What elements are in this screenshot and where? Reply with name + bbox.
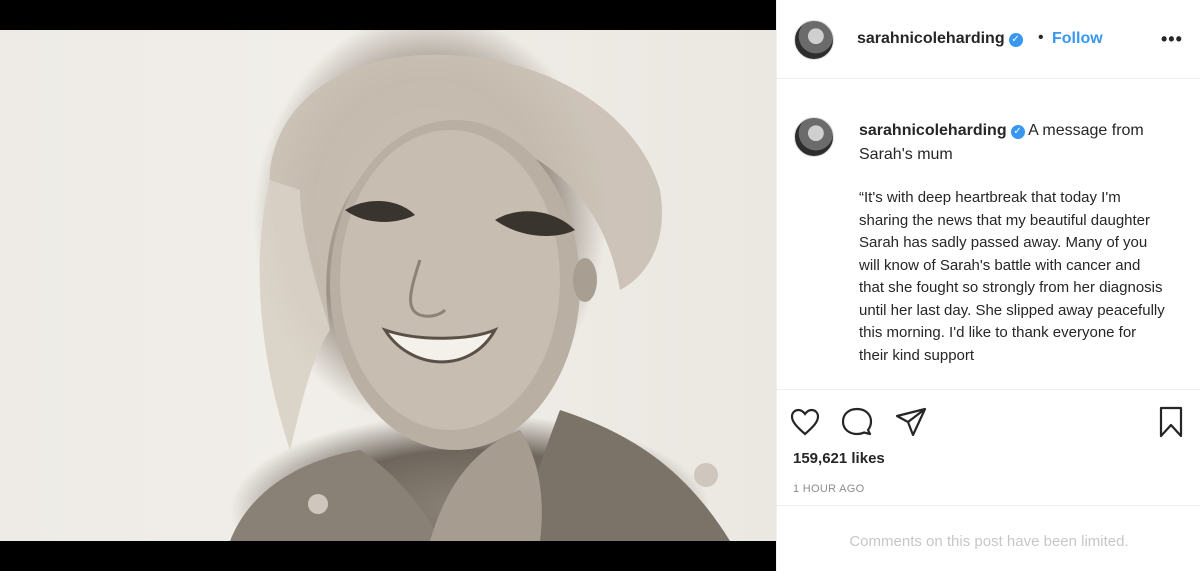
header-username[interactable]: sarahnicoleharding ✓ bbox=[857, 30, 1023, 48]
follow-button[interactable]: Follow bbox=[1052, 30, 1103, 48]
post-photo[interactable] bbox=[0, 30, 776, 541]
share-send-icon[interactable] bbox=[893, 404, 929, 440]
avatar[interactable] bbox=[794, 20, 834, 60]
save-bookmark-icon[interactable] bbox=[1153, 404, 1189, 440]
comments-limited-notice: Comments on this post have been limited. bbox=[777, 505, 1200, 572]
like-heart-icon[interactable] bbox=[787, 404, 823, 440]
header-username-text[interactable]: sarahnicoleharding bbox=[857, 30, 1005, 47]
caption-verified-badge-icon: ✓ bbox=[1010, 125, 1025, 139]
verified-badge-icon: ✓ bbox=[1008, 33, 1023, 47]
caption-body: “It's with deep heartbreak that today I'… bbox=[859, 189, 1169, 364]
dot-separator: • bbox=[1038, 29, 1044, 46]
post-media bbox=[0, 0, 776, 571]
comment-icon[interactable] bbox=[839, 404, 875, 440]
caption-heading: sarahnicoleharding ✓ A message from Sarah… bbox=[859, 119, 1169, 167]
post-timestamp[interactable]: 1 HOUR AGO bbox=[793, 483, 864, 495]
post-side-panel: sarahnicoleharding ✓ • Follow ••• sarahni… bbox=[776, 0, 1200, 571]
instagram-post-view: sarahnicoleharding ✓ • Follow ••• sarahni… bbox=[0, 0, 1200, 571]
portrait-illustration bbox=[230, 54, 730, 541]
action-bar bbox=[777, 390, 1200, 450]
caption-area: sarahnicoleharding ✓ A message from Sarah… bbox=[777, 79, 1200, 390]
caption-text: sarahnicoleharding ✓ A message from Sarah… bbox=[859, 119, 1169, 367]
more-options-icon[interactable]: ••• bbox=[1161, 29, 1183, 50]
post-header: sarahnicoleharding ✓ • Follow ••• bbox=[777, 0, 1200, 79]
caption-username[interactable]: sarahnicoleharding bbox=[859, 122, 1007, 139]
likes-count[interactable]: 159,621 likes bbox=[793, 450, 885, 467]
caption-avatar[interactable] bbox=[794, 117, 834, 157]
